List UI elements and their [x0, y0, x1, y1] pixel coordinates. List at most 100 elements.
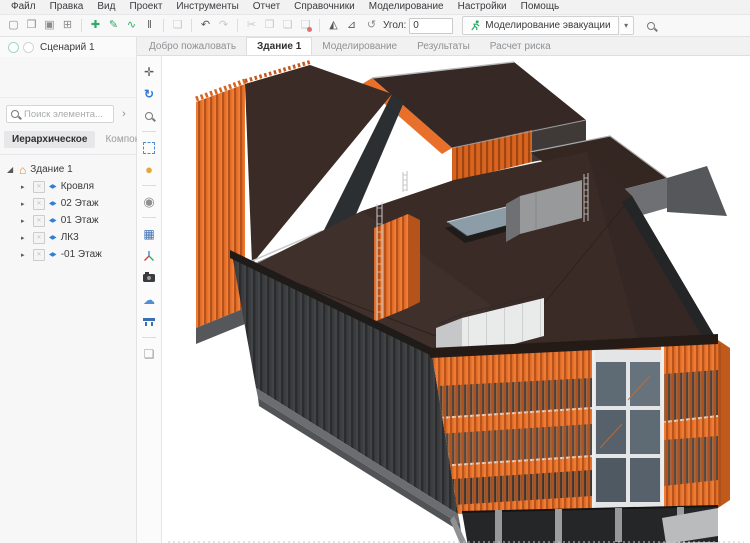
expand-arrow-icon[interactable]: ▸	[21, 234, 29, 242]
redo-icon[interactable]: ↷	[215, 17, 232, 34]
shaded-view-icon[interactable]: ◉	[139, 192, 159, 211]
floor-icon: ◆	[49, 183, 57, 190]
copy-icon[interactable]: ❐	[261, 17, 278, 34]
smoke-layer-icon[interactable]: ☁	[139, 290, 159, 309]
document-tabs: Добро пожаловать Здание 1 Моделирование …	[137, 37, 750, 56]
run-evacuation-button[interactable]: Моделирование эвакуации	[462, 16, 618, 35]
view-3d-icon[interactable]: ●	[139, 160, 159, 179]
menu-file[interactable]: Файл	[4, 0, 43, 14]
tree-item-lk3[interactable]: ▸ ✕ ◆ ЛК3	[0, 229, 136, 246]
add-building-icon[interactable]: ✚	[87, 17, 104, 34]
scenario-status-icon[interactable]	[8, 42, 19, 53]
visibility-checkbox[interactable]: ✕	[33, 232, 45, 244]
visibility-checkbox[interactable]: ✕	[33, 215, 45, 227]
tab-risk-calc[interactable]: Расчет риска	[480, 38, 561, 55]
new-file-icon[interactable]: ▢	[5, 17, 22, 34]
visibility-checkbox[interactable]: ✕	[33, 181, 45, 193]
toolbar-divider	[81, 19, 82, 32]
edit-building-icon[interactable]: ✎	[105, 17, 122, 34]
angle-icon[interactable]: ↺	[363, 17, 380, 34]
floor-icon: ◆	[49, 217, 57, 224]
menu-simulation[interactable]: Моделирование	[362, 0, 451, 14]
measure-icon[interactable]: ‖	[141, 17, 158, 34]
tab-hierarchical[interactable]: Иерархическое	[4, 131, 95, 148]
tool-divider	[142, 337, 156, 338]
camera-icon[interactable]	[139, 268, 159, 287]
tab-results[interactable]: Результаты	[407, 38, 480, 55]
save-icon[interactable]: ▣	[41, 17, 58, 34]
toolbar-divider	[237, 19, 238, 32]
axes-icon[interactable]	[139, 246, 159, 265]
building-icon: ⌂	[19, 165, 26, 175]
search-input[interactable]	[6, 105, 114, 123]
visibility-checkbox[interactable]: ✕	[33, 249, 45, 261]
paste-icon[interactable]: ❏	[279, 17, 296, 34]
tab-building-1[interactable]: Здание 1	[246, 37, 312, 55]
floor-icon: ◆	[49, 234, 57, 241]
application-window: { "menu": {"items": ["Файл","Правка","Ви…	[0, 0, 750, 543]
furniture-icon[interactable]	[139, 312, 159, 331]
building-3d-model[interactable]	[162, 56, 750, 543]
rotate-plane-icon[interactable]: ⊿	[343, 17, 360, 34]
expand-arrow-icon[interactable]: ▸	[21, 200, 29, 208]
search-icon	[11, 110, 19, 118]
orbit-icon[interactable]: ↻	[139, 84, 159, 103]
angle-label: Угол:	[383, 20, 406, 31]
grid-icon[interactable]: ▦	[139, 224, 159, 243]
menu-help[interactable]: Помощь	[514, 0, 567, 14]
delete-icon[interactable]: ❑	[297, 17, 314, 34]
open-project-icon[interactable]: ❒	[23, 17, 40, 34]
menu-edit[interactable]: Правка	[43, 0, 91, 14]
search-row: ›	[0, 98, 136, 129]
expand-arrow-icon[interactable]: ▸	[21, 183, 29, 191]
expand-arrow-icon[interactable]: ▸	[21, 251, 29, 259]
model-front-facade	[430, 334, 730, 518]
menu-references[interactable]: Справочники	[287, 0, 362, 14]
mirror-icon[interactable]: ◭	[325, 17, 342, 34]
tree-item-floor-02[interactable]: ▸ ✕ ◆ 02 Этаж	[0, 195, 136, 212]
save-all-icon[interactable]: ⊞	[59, 17, 76, 34]
menu-view[interactable]: Вид	[90, 0, 122, 14]
scenario-sidebar: Сценарий 1 › Иерархическое Компонентное …	[0, 37, 137, 543]
floor-icon: ◆	[49, 251, 57, 258]
undo-icon[interactable]: ↶	[197, 17, 214, 34]
toolbar-divider	[319, 19, 320, 32]
toolbar-divider	[163, 19, 164, 32]
run-options-caret[interactable]: ▾	[620, 16, 634, 35]
angle-input[interactable]	[409, 18, 453, 34]
visibility-checkbox[interactable]: ✕	[33, 198, 45, 210]
sidebar-spacer	[0, 57, 136, 98]
menu-report[interactable]: Отчет	[246, 0, 287, 14]
search-expand-button[interactable]: ›	[118, 108, 130, 120]
menu-project[interactable]: Проект	[122, 0, 169, 14]
scenario-visibility-icon[interactable]	[23, 42, 34, 53]
pan-icon[interactable]: ✛	[139, 62, 159, 81]
tree-item-roof[interactable]: ▸ ✕ ◆ Кровля	[0, 178, 136, 195]
expand-arrow-icon[interactable]: ◢	[7, 165, 15, 174]
3d-viewport[interactable]	[162, 56, 750, 543]
fit-view-icon[interactable]	[139, 138, 159, 157]
duplicate-icon[interactable]: ∿	[123, 17, 140, 34]
angle-control: ↺ Угол:	[363, 17, 453, 34]
scenario-row[interactable]: Сценарий 1	[0, 37, 136, 57]
structure-tree: ◢ ⌂ Здание 1 ▸ ✕ ◆ Кровля ▸ ✕ ◆ 02 Этаж …	[0, 155, 136, 263]
tab-welcome[interactable]: Добро пожаловать	[139, 38, 246, 55]
model-ground-floor	[450, 506, 718, 543]
tool-divider	[142, 185, 156, 186]
tab-simulation[interactable]: Моделирование	[312, 38, 407, 55]
menu-bar: Файл Правка Вид Проект Инструменты Отчет…	[0, 0, 750, 15]
cut-icon[interactable]: ✂	[243, 17, 260, 34]
tree-item-floor-minus-01[interactable]: ▸ ✕ ◆ -01 Этаж	[0, 246, 136, 263]
tree-item-floor-01[interactable]: ▸ ✕ ◆ 01 Этаж	[0, 212, 136, 229]
viewport-settings-icon[interactable]: ❏	[139, 344, 159, 363]
inspect-icon[interactable]	[643, 17, 660, 34]
menu-tools[interactable]: Инструменты	[169, 0, 245, 14]
expand-arrow-icon[interactable]: ▸	[21, 217, 29, 225]
menu-settings[interactable]: Настройки	[451, 0, 514, 14]
tool-divider	[142, 131, 156, 132]
zoom-icon[interactable]	[139, 106, 159, 125]
viewport-tool-column: ✛ ↻ ● ◉ ▦ ☁ ❏	[137, 56, 162, 543]
paste-special-icon[interactable]: ❏	[169, 17, 186, 34]
tree-root-building[interactable]: ◢ ⌂ Здание 1	[0, 161, 136, 178]
tree-view-tabs: Иерархическое Компонентное	[0, 129, 136, 155]
